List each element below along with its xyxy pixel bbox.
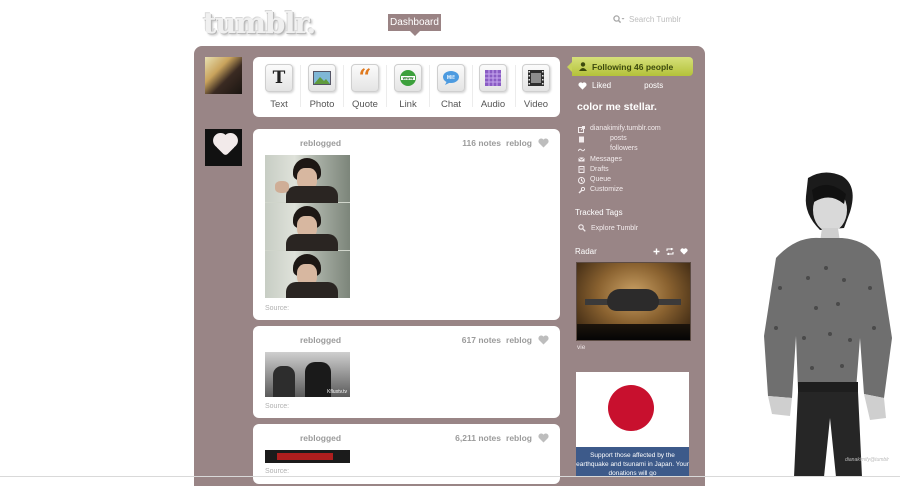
photo-icon (308, 64, 336, 92)
banner-text: Support those affected by the earthquake… (576, 447, 689, 477)
like-heart-icon[interactable] (538, 433, 549, 443)
search-input[interactable]: Search Tumblr (629, 15, 681, 24)
customize-link[interactable]: Customize (578, 185, 661, 195)
search-icon (578, 224, 586, 232)
quote-icon: “ (351, 64, 379, 92)
reblog-icon[interactable] (666, 248, 674, 255)
post-source: Source: (265, 468, 290, 475)
radar-caption[interactable]: vie (577, 344, 585, 351)
envelope-icon (578, 157, 585, 162)
queue-link[interactable]: Queue (578, 175, 661, 185)
post-type-video[interactable]: Video (518, 64, 554, 110)
notes-count[interactable]: 617 notes (462, 335, 501, 345)
dashboard-tab[interactable]: Dashboard (388, 14, 441, 36)
reblog-button[interactable]: reblog (506, 138, 532, 148)
clock-icon (578, 176, 585, 184)
audio-icon (479, 64, 507, 92)
dashboard-post: reblogged 6,211 notes reblog Source: (253, 424, 560, 484)
reblogged-label[interactable]: reblogged (300, 138, 341, 148)
heart-avatar-graphic (214, 134, 237, 157)
radar-image[interactable] (576, 262, 691, 341)
liked-posts-link[interactable]: Liked posts (578, 81, 663, 90)
video-icon (522, 64, 550, 92)
new-post-box: T Text Photo “ Quote www Link Hi! Chat A… (253, 57, 560, 117)
blog-url-link[interactable]: dianakimify.tumblr.com (578, 124, 661, 134)
japan-relief-banner[interactable]: Support those affected by the earthquake… (576, 372, 689, 477)
reblog-button[interactable]: reblog (506, 433, 532, 443)
svg-text:Hi!: Hi! (447, 75, 455, 81)
reblogged-label[interactable]: reblogged (300, 433, 341, 443)
like-heart-icon[interactable] (538, 335, 549, 345)
messages-link[interactable]: Messages (578, 155, 661, 165)
document-icon (579, 136, 584, 143)
explore-tumblr-link[interactable]: Explore Tumblr (578, 224, 638, 232)
search-box[interactable]: Search Tumblr (613, 15, 681, 24)
heart-icon[interactable] (680, 248, 688, 255)
chat-icon: Hi! (437, 64, 465, 92)
dashboard-post: reblogged 116 notes reblog Source: (253, 129, 560, 320)
link-icon: www (394, 64, 422, 92)
post-type-link[interactable]: www Link (390, 64, 426, 110)
user-icon (579, 62, 587, 71)
like-heart-icon[interactable] (538, 138, 549, 148)
post-type-text[interactable]: T Text (261, 64, 297, 110)
user-avatar[interactable] (205, 57, 242, 94)
post-source: Source: (265, 305, 290, 312)
reblog-button[interactable]: reblog (506, 335, 532, 345)
wrench-icon (578, 186, 585, 194)
follow-plus-icon[interactable] (653, 248, 660, 255)
tracked-tags-heading: Tracked Tags (575, 208, 623, 217)
watermark-text: dianakimify@tumblr (845, 457, 889, 463)
post-photo[interactable] (265, 450, 350, 463)
notes-count[interactable]: 116 notes (462, 138, 501, 148)
post-type-audio[interactable]: Audio (475, 64, 511, 110)
post-type-photo[interactable]: Photo (304, 64, 340, 110)
svg-text:www: www (402, 76, 413, 81)
tumblr-logo[interactable]: tumblr. (203, 6, 316, 40)
heart-icon (578, 81, 587, 90)
post-type-chat[interactable]: Hi! Chat (433, 64, 469, 110)
followers-link[interactable]: followers (578, 144, 661, 154)
radar-actions (653, 248, 688, 255)
dashboard-post: reblogged 617 notes reblog Kfluxtv.tv So… (253, 326, 560, 418)
blog-menu: dianakimify.tumblr.com posts followers M… (578, 124, 661, 195)
reblogged-label[interactable]: reblogged (300, 335, 341, 345)
drafts-icon (578, 166, 585, 174)
search-icon (613, 15, 625, 24)
image-watermark: Kfluxtv.tv (327, 389, 347, 395)
post-photo[interactable]: Kfluxtv.tv (265, 352, 350, 397)
posts-link[interactable]: posts (578, 134, 661, 144)
external-link-icon (578, 125, 585, 133)
text-icon: T (265, 64, 293, 92)
post-source: Source: (265, 403, 290, 410)
radar-heading: Radar (575, 247, 597, 256)
post-author-avatar[interactable] (205, 129, 242, 166)
following-badge[interactable]: Following 46 people (567, 57, 693, 76)
post-type-quote[interactable]: “ Quote (347, 64, 383, 110)
blog-title[interactable]: color me stellar. (577, 101, 657, 113)
background-person-figure (764, 172, 892, 477)
post-photo[interactable] (265, 155, 350, 298)
followers-icon (578, 148, 585, 152)
notes-count[interactable]: 6,211 notes (455, 433, 501, 443)
japan-flag-circle (608, 385, 654, 431)
drafts-link[interactable]: Drafts (578, 165, 661, 175)
